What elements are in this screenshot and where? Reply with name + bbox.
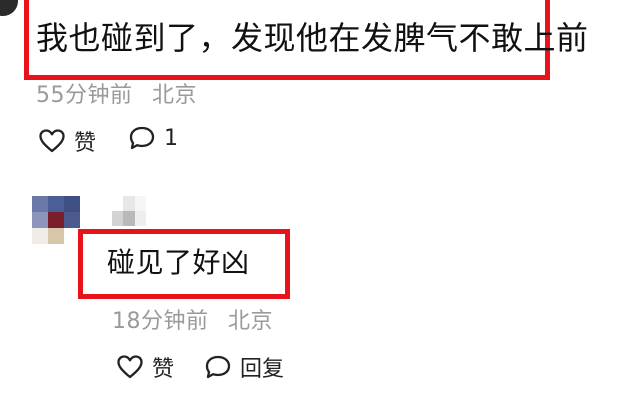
commenter-avatar[interactable] [0, 0, 18, 16]
comment-location: 北京 [152, 83, 198, 108]
heart-outline-icon [39, 129, 65, 153]
reply-meta: 18分钟前 北京 [112, 303, 273, 335]
speech-bubble-icon [205, 355, 231, 379]
reply-reply-button[interactable]: 回复 [204, 351, 284, 383]
comment-replies-button[interactable]: 1 [128, 125, 178, 151]
comment-like-label: 赞 [74, 131, 97, 156]
speech-bubble-icon [129, 126, 155, 150]
reply-location: 北京 [228, 309, 274, 334]
reply-reply-label: 回复 [240, 357, 285, 382]
reply-avatar[interactable] [32, 196, 80, 244]
reply-time: 18分钟前 [112, 309, 209, 334]
comment-meta: 55分钟前 北京 [36, 77, 197, 109]
heart-outline-icon [117, 355, 143, 379]
comment-time: 55分钟前 [36, 83, 133, 108]
reply-like-label: 赞 [152, 357, 175, 382]
comment-reply-count: 1 [164, 125, 178, 151]
reply-like-button[interactable]: 赞 [116, 351, 174, 383]
comment-text: 我也碰到了，发现他在发脾气不敢上前 [36, 19, 589, 57]
reply-username[interactable] [112, 196, 146, 226]
reply-text: 碰见了好凶 [107, 246, 250, 279]
comment-like-button[interactable]: 赞 [38, 125, 96, 157]
